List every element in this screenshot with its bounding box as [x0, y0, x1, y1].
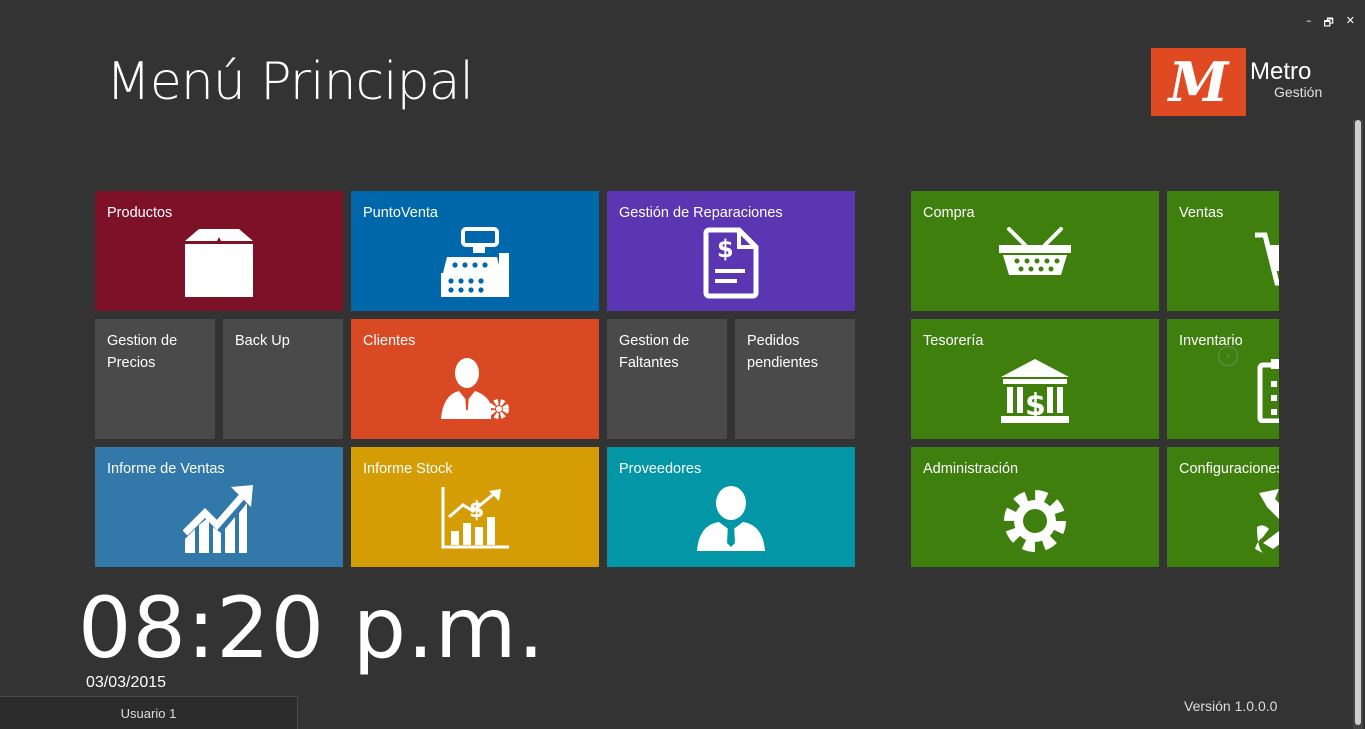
window-controls: – 🗗 ✕	[1306, 14, 1355, 33]
tile-productos[interactable]: Productos	[95, 191, 343, 311]
clock-date: 03/03/2015	[86, 674, 167, 691]
tile-label: Proveedores	[619, 461, 702, 477]
invoice-document-icon: $	[703, 227, 759, 299]
tile-label: Gestion de Precios	[107, 333, 178, 371]
tile-label: PuntoVenta	[363, 205, 438, 221]
tile-label: Clientes	[363, 333, 416, 349]
tile-informe-stock[interactable]: Informe Stock $	[351, 447, 599, 567]
close-button[interactable]: ✕	[1346, 14, 1355, 33]
current-user: Usuario 1	[120, 705, 177, 721]
box-icon	[185, 229, 253, 297]
tile-pedidos-pendientes[interactable]: Pedidos pendientes	[735, 319, 855, 439]
logo-name: Metro	[1250, 58, 1312, 85]
tile-label: Inventario	[1179, 333, 1243, 349]
stock-chart-icon: $	[441, 487, 509, 549]
page-title: Menú Principal	[106, 52, 474, 112]
tile-gestion-reparaciones[interactable]: Gestión de Reparaciones $	[607, 191, 855, 311]
restore-button[interactable]: 🗗	[1323, 14, 1333, 33]
tile-configuraciones[interactable]: Configuraciones	[1167, 447, 1279, 567]
logo-mark: M	[1151, 48, 1246, 116]
tile-label: Back Up	[235, 333, 290, 349]
tile-label: Configuraciones	[1179, 461, 1279, 477]
tile-ventas[interactable]: Ventas	[1167, 191, 1279, 311]
bank-icon: $	[1001, 359, 1069, 423]
tools-icon	[1255, 489, 1279, 553]
tile-gestion-faltantes[interactable]: Gestion de Faltantes	[607, 319, 727, 439]
tile-inventario[interactable]: Inventario	[1167, 319, 1279, 439]
clipboard-icon	[1257, 359, 1279, 423]
basket-icon	[999, 227, 1071, 275]
tile-gestion-precios[interactable]: Gestion de Precios	[95, 319, 215, 439]
tile-backup[interactable]: Back Up	[223, 319, 343, 439]
tile-label: Gestión de Reparaciones	[619, 205, 783, 221]
client-settings-icon	[441, 358, 509, 419]
tile-label: Productos	[107, 205, 173, 221]
tile-informe-ventas[interactable]: Informe de Ventas	[95, 447, 343, 567]
vertical-scrollbar[interactable]	[1353, 120, 1363, 729]
user-status-bar[interactable]: Usuario 1	[0, 696, 298, 729]
logo-mark-letter: M	[1168, 50, 1229, 114]
gear-icon	[1004, 490, 1066, 552]
tile-label: Informe Stock	[363, 461, 453, 477]
svg-text:$: $	[469, 498, 484, 523]
app-logo: M Metro Gestión	[1151, 48, 1351, 118]
tile-label: Pedidos pendientes	[747, 333, 818, 371]
tile-label: Compra	[923, 205, 975, 221]
clock-time: 08:20 p.m.	[78, 579, 546, 677]
scrollbar-thumb[interactable]	[1355, 120, 1361, 725]
person-icon	[697, 486, 765, 551]
tile-proveedores[interactable]: Proveedores	[607, 447, 855, 567]
tile-label: Tesorería	[923, 333, 984, 349]
tile-clientes[interactable]: Clientes	[351, 319, 599, 439]
tile-label: Informe de Ventas	[107, 461, 225, 477]
tile-label: Administración	[923, 461, 1019, 477]
tile-puntoventa[interactable]: PuntoVenta	[351, 191, 599, 311]
cash-register-icon	[441, 227, 509, 297]
version-label: Versión 1.0.0.0	[1184, 698, 1278, 714]
cart-icon	[1255, 232, 1279, 286]
tile-tesoreria[interactable]: Tesorería $	[911, 319, 1159, 439]
tile-administracion[interactable]: Administración	[911, 447, 1159, 567]
tile-label: Ventas	[1179, 205, 1224, 221]
svg-text:$: $	[717, 235, 734, 263]
growth-chart-icon	[183, 485, 253, 553]
logo-subtitle: Gestión	[1274, 84, 1323, 100]
tile-compra[interactable]: Compra	[911, 191, 1159, 311]
minimize-button[interactable]: –	[1306, 14, 1312, 33]
tile-label: Gestion de Faltantes	[619, 333, 690, 371]
